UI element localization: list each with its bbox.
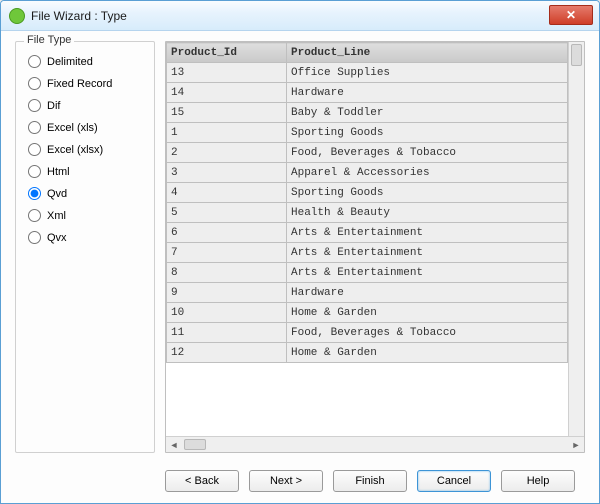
table-cell: 15 xyxy=(167,103,287,123)
table-row[interactable]: 2Food, Beverages & Tobacco xyxy=(167,143,568,163)
table-cell: 13 xyxy=(167,63,287,83)
table-cell: 5 xyxy=(167,203,287,223)
table-cell: 9 xyxy=(167,283,287,303)
help-button[interactable]: Help xyxy=(501,470,575,492)
file-type-radio-input-fixed[interactable] xyxy=(28,77,41,90)
table-cell: 7 xyxy=(167,243,287,263)
file-type-radio-xls[interactable]: Excel (xls) xyxy=(28,121,146,134)
table-cell: Sporting Goods xyxy=(287,183,568,203)
content-area: File Type Delimited Fixed Record Dif Excel … xyxy=(1,31,599,459)
table-cell: Arts & Entertainment xyxy=(287,223,568,243)
table-cell: 1 xyxy=(167,123,287,143)
file-type-group-label: File Type xyxy=(24,34,74,46)
table-row[interactable]: 14Hardware xyxy=(167,83,568,103)
table-row[interactable]: 10Home & Garden xyxy=(167,303,568,323)
titlebar: File Wizard : Type ✕ xyxy=(1,1,599,31)
file-type-radio-input-html[interactable] xyxy=(28,165,41,178)
file-type-radio-label: Delimited xyxy=(47,56,93,68)
file-type-radio-input-xls[interactable] xyxy=(28,121,41,134)
table-cell: 2 xyxy=(167,143,287,163)
table-row[interactable]: 12Home & Garden xyxy=(167,343,568,363)
preview-area: Product_IdProduct_Line 13Office Supplies… xyxy=(165,41,585,453)
button-bar: < Back Next > Finish Cancel Help xyxy=(1,459,599,503)
file-type-radio-input-xml[interactable] xyxy=(28,209,41,222)
table-row[interactable]: 8Arts & Entertainment xyxy=(167,263,568,283)
file-type-group: File Type DelimitedFixed RecordDifExcel … xyxy=(15,41,155,453)
next-button[interactable]: Next > xyxy=(249,470,323,492)
file-type-radio-input-qvd[interactable] xyxy=(28,187,41,200)
table-cell: Arts & Entertainment xyxy=(287,243,568,263)
table-cell: Apparel & Accessories xyxy=(287,163,568,183)
preview-table-scroll[interactable]: Product_IdProduct_Line 13Office Supplies… xyxy=(166,42,568,436)
file-wizard-window: File Wizard : Type ✕ File Type Delimited… xyxy=(0,0,600,504)
file-type-radio-qvx[interactable]: Qvx xyxy=(28,231,146,244)
table-cell: Arts & Entertainment xyxy=(287,263,568,283)
table-row[interactable]: 11Food, Beverages & Tobacco xyxy=(167,323,568,343)
table-row[interactable]: 9Hardware xyxy=(167,283,568,303)
back-button[interactable]: < Back xyxy=(165,470,239,492)
table-row[interactable]: 1Sporting Goods xyxy=(167,123,568,143)
window-title: File Wizard : Type xyxy=(31,9,127,23)
table-cell: 8 xyxy=(167,263,287,283)
table-cell: Food, Beverages & Tobacco xyxy=(287,323,568,343)
file-type-radio-html[interactable]: Html xyxy=(28,165,146,178)
file-type-radio-label: Qvd xyxy=(47,188,67,200)
table-cell: Hardware xyxy=(287,283,568,303)
table-cell: Food, Beverages & Tobacco xyxy=(287,143,568,163)
table-cell: Hardware xyxy=(287,83,568,103)
horizontal-scroll-thumb[interactable] xyxy=(184,439,206,450)
table-cell: Home & Garden xyxy=(287,303,568,323)
close-button[interactable]: ✕ xyxy=(549,5,593,25)
file-type-radio-input-delimited[interactable] xyxy=(28,55,41,68)
column-header[interactable]: Product_Line xyxy=(287,43,568,63)
table-cell: 10 xyxy=(167,303,287,323)
hscroll-right-arrow-icon[interactable]: ► xyxy=(568,437,584,452)
table-cell: Office Supplies xyxy=(287,63,568,83)
table-cell: Sporting Goods xyxy=(287,123,568,143)
file-type-radio-label: Fixed Record xyxy=(47,78,112,90)
table-row[interactable]: 7Arts & Entertainment xyxy=(167,243,568,263)
file-type-radio-label: Qvx xyxy=(47,232,67,244)
file-type-radio-label: Xml xyxy=(47,210,66,222)
table-cell: 11 xyxy=(167,323,287,343)
table-row[interactable]: 13Office Supplies xyxy=(167,63,568,83)
preview-table: Product_IdProduct_Line 13Office Supplies… xyxy=(166,42,568,363)
vertical-scrollbar[interactable] xyxy=(568,42,584,436)
file-type-radio-input-qvx[interactable] xyxy=(28,231,41,244)
table-row[interactable]: 4Sporting Goods xyxy=(167,183,568,203)
preview-table-container: Product_IdProduct_Line 13Office Supplies… xyxy=(165,41,585,453)
table-row[interactable]: 6Arts & Entertainment xyxy=(167,223,568,243)
table-row[interactable]: 3Apparel & Accessories xyxy=(167,163,568,183)
file-type-radio-label: Excel (xls) xyxy=(47,122,98,134)
table-cell: 4 xyxy=(167,183,287,203)
file-type-radio-qvd[interactable]: Qvd xyxy=(28,187,146,200)
file-type-radio-input-xlsx[interactable] xyxy=(28,143,41,156)
table-row[interactable]: 5Health & Beauty xyxy=(167,203,568,223)
app-icon xyxy=(9,8,25,24)
table-cell: Baby & Toddler xyxy=(287,103,568,123)
table-cell: 6 xyxy=(167,223,287,243)
table-cell: 12 xyxy=(167,343,287,363)
table-cell: Health & Beauty xyxy=(287,203,568,223)
column-header[interactable]: Product_Id xyxy=(167,43,287,63)
table-cell: 3 xyxy=(167,163,287,183)
file-type-radio-fixed[interactable]: Fixed Record xyxy=(28,77,146,90)
file-type-radio-dif[interactable]: Dif xyxy=(28,99,146,112)
file-type-radio-label: Dif xyxy=(47,100,60,112)
cancel-button[interactable]: Cancel xyxy=(417,470,491,492)
table-row[interactable]: 15Baby & Toddler xyxy=(167,103,568,123)
vertical-scroll-thumb[interactable] xyxy=(571,44,582,66)
table-cell: 14 xyxy=(167,83,287,103)
file-type-radio-label: Html xyxy=(47,166,70,178)
horizontal-scrollbar[interactable]: ◄ ► xyxy=(166,436,584,452)
hscroll-left-arrow-icon[interactable]: ◄ xyxy=(166,437,182,452)
file-type-radio-xml[interactable]: Xml xyxy=(28,209,146,222)
finish-button[interactable]: Finish xyxy=(333,470,407,492)
file-type-radio-xlsx[interactable]: Excel (xlsx) xyxy=(28,143,146,156)
close-icon: ✕ xyxy=(566,8,576,22)
file-type-radio-delimited[interactable]: Delimited xyxy=(28,55,146,68)
table-cell: Home & Garden xyxy=(287,343,568,363)
file-type-radio-input-dif[interactable] xyxy=(28,99,41,112)
file-type-radio-label: Excel (xlsx) xyxy=(47,144,103,156)
